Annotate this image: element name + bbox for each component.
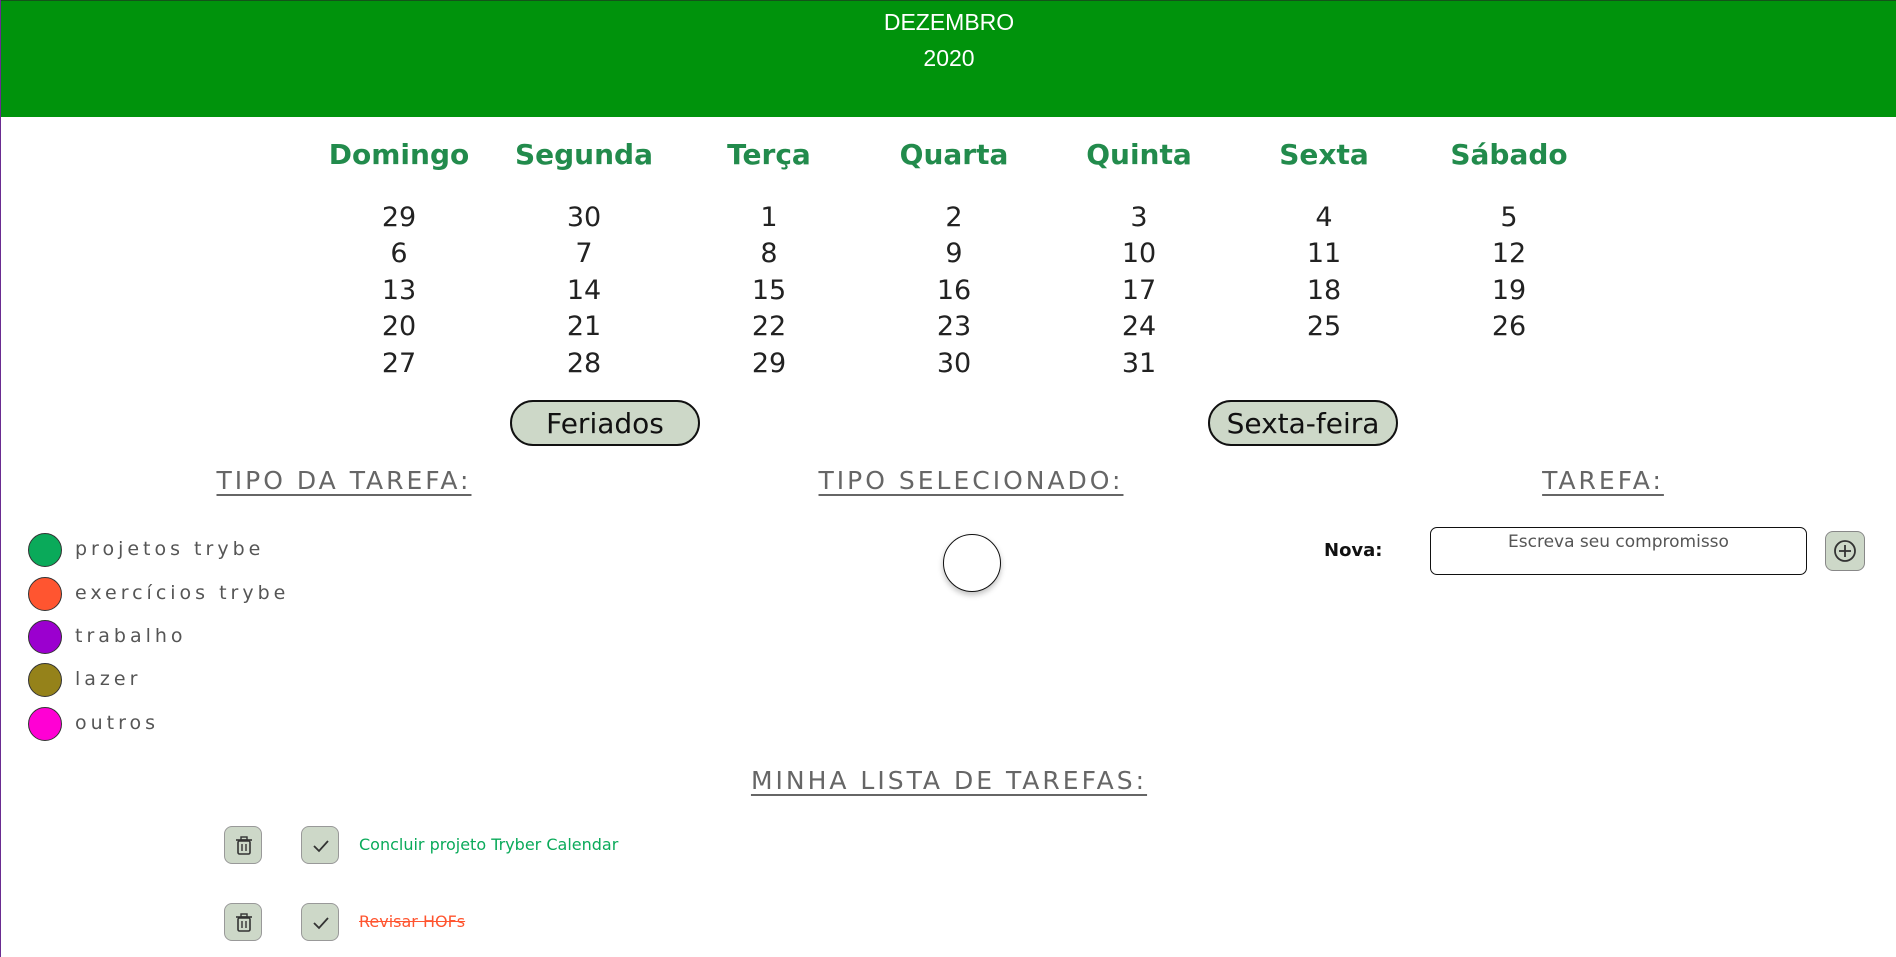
calendar-day[interactable]: 30 xyxy=(894,346,1014,382)
task-list-title: MINHA LISTA DE TAREFAS: xyxy=(750,766,1148,795)
weekday-header: Segunda xyxy=(514,138,653,171)
task-type-color-dot[interactable] xyxy=(28,620,62,654)
task-type-label: outros xyxy=(75,712,160,734)
weekday-header: Sábado xyxy=(1450,138,1568,171)
calendar-day[interactable]: 7 xyxy=(524,236,644,272)
trash-icon xyxy=(236,913,252,932)
task-title: TAREFA: xyxy=(1542,466,1664,495)
calendar-day[interactable]: 15 xyxy=(709,273,829,309)
calendar-day[interactable]: 24 xyxy=(1079,309,1199,345)
weekday-header: Quarta xyxy=(899,138,1009,171)
selected-type-indicator xyxy=(943,534,1001,592)
friday-button[interactable]: Sexta-feira xyxy=(1208,400,1398,446)
task-text: Revisar HOFs xyxy=(359,912,466,931)
calendar-day[interactable]: 29 xyxy=(339,200,459,236)
calendar-day[interactable]: 8 xyxy=(709,236,829,272)
calendar-day[interactable]: 2 xyxy=(894,200,1014,236)
weekday-header: Quinta xyxy=(1086,138,1192,171)
task-type-color-dot[interactable] xyxy=(28,533,62,567)
calendar-day[interactable]: 25 xyxy=(1264,309,1384,345)
calendar-day[interactable]: 11 xyxy=(1264,236,1384,272)
task-type-label: lazer xyxy=(75,668,142,690)
task-type-title: TIPO DA TAREFA: xyxy=(216,466,472,495)
calendar-day[interactable]: 12 xyxy=(1449,236,1569,272)
year-title: 2020 xyxy=(923,45,975,71)
calendar-day[interactable]: 22 xyxy=(709,309,829,345)
calendar-header: DEZEMBRO 2020 xyxy=(1,0,1896,117)
complete-task-button[interactable] xyxy=(301,826,339,864)
delete-task-button[interactable] xyxy=(224,903,262,941)
calendar-day[interactable]: 26 xyxy=(1449,309,1569,345)
calendar-day[interactable]: 3 xyxy=(1079,200,1199,236)
calendar-day[interactable]: 21 xyxy=(524,309,644,345)
task-type-label: projetos trybe xyxy=(75,538,265,560)
new-task-label: Nova: xyxy=(1324,540,1383,561)
weekday-header: Domingo xyxy=(328,138,470,171)
calendar-day[interactable]: 29 xyxy=(709,346,829,382)
calendar-day[interactable]: 1 xyxy=(709,200,829,236)
plus-circle-icon xyxy=(1834,540,1856,562)
calendar-day[interactable]: 28 xyxy=(524,346,644,382)
check-icon xyxy=(313,840,329,853)
weekday-header: Sexta xyxy=(1279,138,1369,171)
month-title: DEZEMBRO xyxy=(883,9,1015,35)
task-type-label: exercícios trybe xyxy=(75,582,290,604)
task-type-label: trabalho xyxy=(75,625,187,647)
task-input[interactable] xyxy=(1430,527,1807,575)
calendar-day[interactable]: 5 xyxy=(1449,200,1569,236)
task-type-color-dot[interactable] xyxy=(28,663,62,697)
calendar-day[interactable]: 23 xyxy=(894,309,1014,345)
calendar-day[interactable]: 9 xyxy=(894,236,1014,272)
calendar-day[interactable]: 13 xyxy=(339,273,459,309)
trash-icon xyxy=(236,836,252,855)
calendar-day[interactable]: 17 xyxy=(1079,273,1199,309)
calendar-day[interactable]: 14 xyxy=(524,273,644,309)
check-icon xyxy=(313,917,329,930)
weekday-header: Terça xyxy=(727,138,811,171)
calendar-day[interactable]: 31 xyxy=(1079,346,1199,382)
task-type-color-dot[interactable] xyxy=(28,707,62,741)
calendar-day[interactable]: 10 xyxy=(1079,236,1199,272)
add-task-button[interactable] xyxy=(1825,531,1865,571)
complete-task-button[interactable] xyxy=(301,903,339,941)
calendar-day[interactable]: 16 xyxy=(894,273,1014,309)
calendar-day[interactable]: 4 xyxy=(1264,200,1384,236)
calendar-day[interactable]: 27 xyxy=(339,346,459,382)
calendar-day[interactable]: 30 xyxy=(524,200,644,236)
calendar-day[interactable]: 18 xyxy=(1264,273,1384,309)
delete-task-button[interactable] xyxy=(224,826,262,864)
task-type-color-dot[interactable] xyxy=(28,577,62,611)
calendar-day[interactable]: 20 xyxy=(339,309,459,345)
task-text: Concluir projeto Tryber Calendar xyxy=(359,835,619,854)
selected-type-title: TIPO SELECIONADO: xyxy=(818,466,1124,495)
calendar-day[interactable]: 19 xyxy=(1449,273,1569,309)
calendar-day[interactable]: 6 xyxy=(339,236,459,272)
holidays-button[interactable]: Feriados xyxy=(510,400,700,446)
